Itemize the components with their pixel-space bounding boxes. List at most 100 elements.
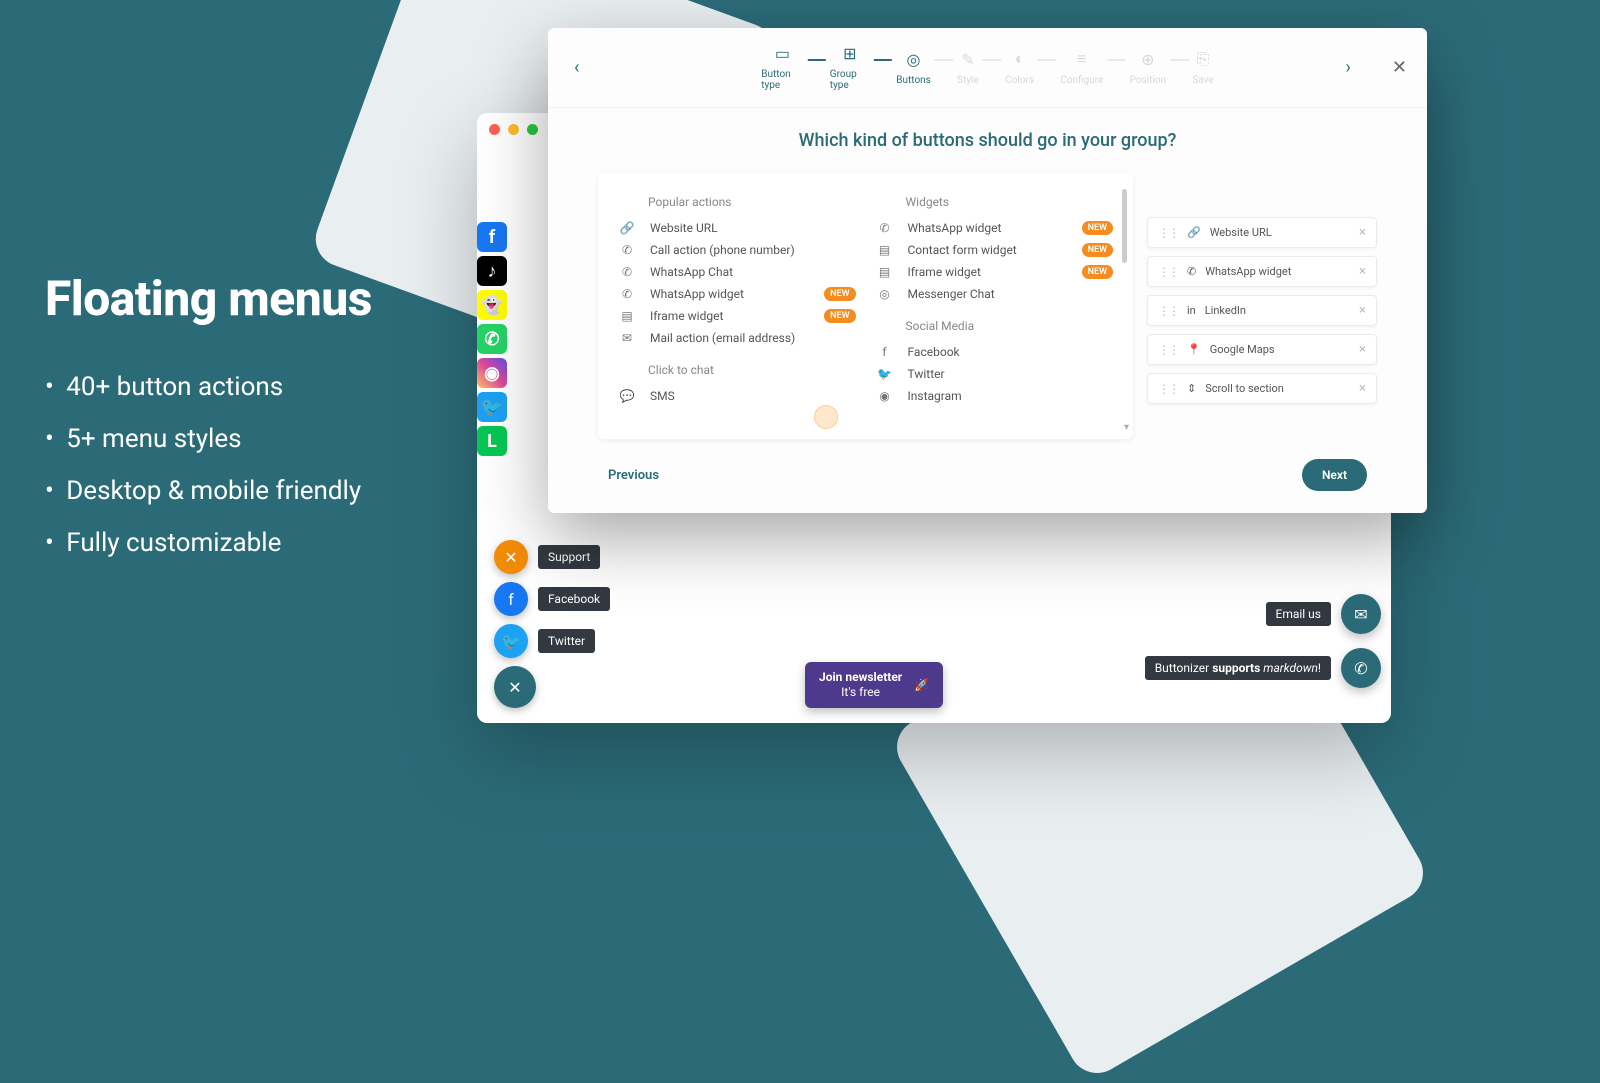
selected-item[interactable]: ⋮⋮ 📍 Google Maps × (1147, 334, 1377, 365)
action-row[interactable]: ▤Iframe widgetNEW (876, 261, 1114, 283)
drag-handle-icon[interactable]: ⋮⋮ (1158, 304, 1178, 318)
new-badge: NEW (1082, 243, 1113, 257)
facebook-icon[interactable]: f (477, 222, 507, 252)
remove-icon[interactable]: × (1359, 303, 1366, 318)
step-colors[interactable]: ◐Colors (1005, 49, 1034, 86)
nav-next-arrow[interactable]: › (1340, 51, 1357, 84)
close-icon[interactable]: ✕ (1392, 57, 1407, 78)
cursor-highlight (814, 405, 838, 429)
new-badge: NEW (1082, 221, 1113, 235)
action-row[interactable]: 💬SMS (618, 385, 856, 407)
action-label: WhatsApp widget (908, 221, 1002, 235)
newsletter-button[interactable]: Join newsletter It's free 🚀 (805, 662, 943, 708)
snapchat-icon[interactable]: 👻 (477, 290, 507, 320)
action-row[interactable]: ◎Messenger Chat (876, 283, 1114, 305)
fab-support[interactable]: ✕ (494, 540, 528, 574)
action-row[interactable]: ✆Call action (phone number) (618, 239, 856, 261)
selected-label: Google Maps (1210, 343, 1275, 356)
section-header: Widgets (906, 195, 1114, 209)
action-row[interactable]: ✉ Mail action (email address) (618, 327, 856, 349)
selected-item[interactable]: ⋮⋮✆WhatsApp widget× (1147, 256, 1377, 287)
marketing-title: Floating menus (45, 270, 372, 327)
fab-main-toggle[interactable]: ✕ (494, 666, 536, 708)
marketing-bullet: Fully customizable (45, 528, 372, 558)
next-button[interactable]: Next (1302, 459, 1367, 491)
fab-facebook[interactable]: f (494, 582, 528, 616)
instagram-icon[interactable]: ◉ (477, 358, 507, 388)
selected-icon: 📍 (1187, 343, 1201, 356)
right-fab-stack: Email us✉Buttonizer supports markdown!✆ (1145, 594, 1381, 688)
whatsapp-icon[interactable]: ✆ (477, 324, 507, 354)
new-badge: NEW (1082, 265, 1113, 279)
new-badge: NEW (824, 309, 855, 323)
button-type-icon: ▭ (775, 44, 790, 63)
window-close-dot[interactable] (489, 124, 500, 135)
action-row[interactable]: ✆WhatsApp widgetNEW (618, 283, 856, 305)
fab-label: Support (538, 545, 600, 569)
new-badge: NEW (824, 287, 855, 301)
step-save[interactable]: ⎘Save (1192, 49, 1213, 86)
group-type-icon: ⊞ (843, 44, 856, 63)
line-icon[interactable]: L (477, 426, 507, 456)
action-row[interactable]: ◉Instagram (876, 385, 1114, 407)
selected-label: WhatsApp widget (1205, 265, 1291, 278)
remove-icon[interactable]: × (1359, 225, 1366, 240)
drag-handle-icon[interactable]: ⋮⋮ (1158, 226, 1178, 240)
selected-item[interactable]: ⋮⋮🔗Website URL× (1147, 217, 1377, 248)
rocket-icon: 🚀 (914, 678, 929, 692)
drag-handle-icon[interactable]: ⋮⋮ (1158, 265, 1178, 279)
scrollbar-thumb[interactable] (1122, 189, 1127, 263)
action-row[interactable]: fFacebook (876, 341, 1114, 363)
remove-icon[interactable]: × (1359, 342, 1366, 357)
step-position[interactable]: ⊕Position (1130, 50, 1166, 86)
action-icon: ▤ (618, 309, 636, 323)
step-configure[interactable]: ≡Configure (1060, 49, 1103, 86)
scroll-down-icon[interactable]: ▾ (1124, 422, 1129, 433)
rfab-button[interactable]: ✉ (1341, 594, 1381, 634)
marketing-bullet: Desktop & mobile friendly (45, 476, 372, 506)
fab-twitter[interactable]: 🐦 (494, 624, 528, 658)
window-min-dot[interactable] (508, 124, 519, 135)
action-icon: 🐦 (876, 367, 894, 381)
action-row[interactable]: ▤Iframe widgetNEW (618, 305, 856, 327)
selected-label: Scroll to section (1205, 382, 1284, 395)
selected-icon: in (1187, 304, 1196, 317)
step-group-type[interactable]: ⊞Group type (830, 44, 870, 91)
selected-item[interactable]: ⋮⋮inLinkedIn× (1147, 295, 1377, 326)
step-buttons[interactable]: ◎Buttons (896, 50, 931, 86)
drag-handle-icon[interactable]: ⋮⋮ (1158, 343, 1178, 357)
action-icon: ✉ (618, 331, 636, 345)
action-icon: 🔗 (618, 221, 636, 235)
fab-label: Twitter (538, 629, 595, 653)
marketing-block: Floating menus 40+ button actions 5+ menu… (45, 270, 372, 580)
drag-handle-icon[interactable]: ⋮⋮ (1158, 382, 1178, 396)
action-row[interactable]: ▤Contact form widgetNEW (876, 239, 1114, 261)
action-label: WhatsApp widget (650, 287, 744, 301)
window-max-dot[interactable] (527, 124, 538, 135)
buttons-icon: ◎ (907, 50, 921, 69)
step-style[interactable]: ✎Style (957, 50, 979, 86)
twitter-icon[interactable]: 🐦 (477, 392, 507, 422)
social-icon-column: f ♪ 👻 ✆ ◉ 🐦 L (477, 222, 507, 456)
configure-icon: ≡ (1077, 49, 1086, 69)
action-row[interactable]: 🐦 Twitter (876, 363, 1114, 385)
action-label: Mail action (email address) (650, 331, 795, 345)
action-label: Contact form widget (908, 243, 1017, 257)
tiktok-icon[interactable]: ♪ (477, 256, 507, 286)
remove-icon[interactable]: × (1359, 381, 1366, 396)
action-row[interactable]: ✆WhatsApp Chat (618, 261, 856, 283)
nav-prev-arrow[interactable]: ‹ (568, 51, 585, 84)
marketing-bullet: 5+ menu styles (45, 424, 372, 454)
marketing-bullet: 40+ button actions (45, 372, 372, 402)
selected-item[interactable]: ⋮⋮⇕Scroll to section× (1147, 373, 1377, 404)
previous-button[interactable]: Previous (608, 459, 659, 491)
rfab-button[interactable]: ✆ (1341, 648, 1381, 688)
remove-icon[interactable]: × (1359, 264, 1366, 279)
action-label: Twitter (908, 367, 945, 381)
fab-stack: ✕SupportfFacebook🐦Twitter✕ (494, 540, 610, 708)
action-row[interactable]: ✆WhatsApp widgetNEW (876, 217, 1114, 239)
action-row[interactable]: 🔗Website URL (618, 217, 856, 239)
step-button-type[interactable]: ▭Button type (761, 44, 803, 91)
action-icon: ◎ (876, 287, 894, 301)
colors-icon: ◐ (1015, 49, 1025, 69)
